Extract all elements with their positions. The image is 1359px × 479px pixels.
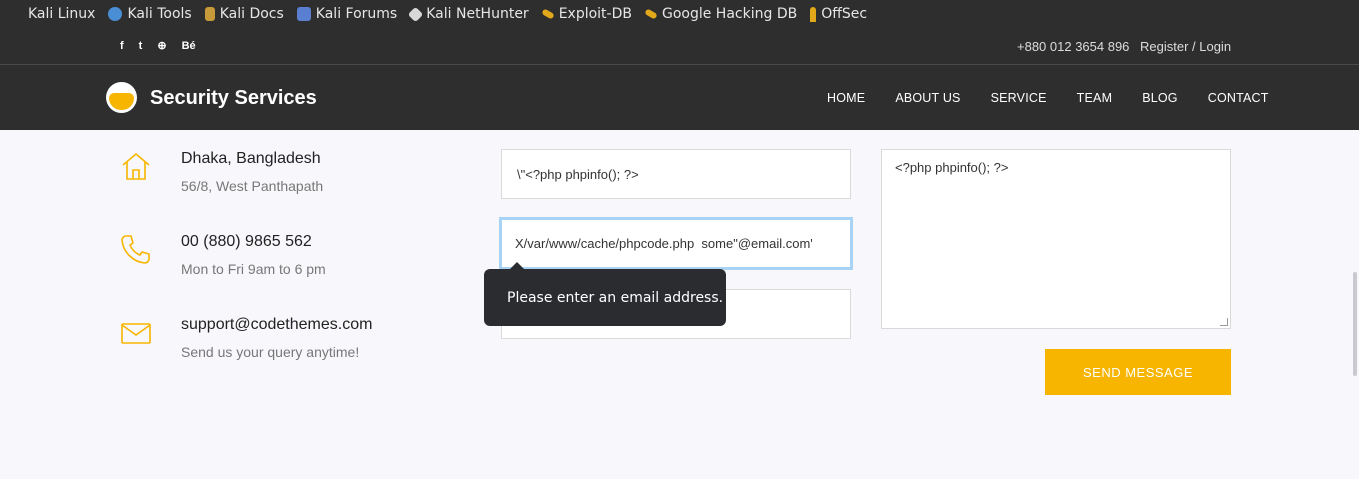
name-field-wrapper (501, 149, 851, 199)
home-icon (122, 152, 150, 180)
dribbble-icon[interactable]: ⊕ (157, 40, 166, 52)
bookmark-label: Kali Linux (28, 6, 96, 22)
offsec-icon (810, 6, 817, 22)
nav-about-us[interactable]: ABOUT US (895, 91, 960, 105)
register-login-link[interactable]: Register / Login (1140, 39, 1231, 54)
kali-docs-icon (204, 7, 215, 21)
bookmark-google-hacking-db[interactable]: Google Hacking DB (644, 6, 798, 22)
bookmarks-bar: Kali Linux Kali Tools Kali Docs Kali For… (0, 0, 1359, 28)
send-message-button[interactable]: SEND MESSAGE (1045, 349, 1231, 395)
bookmark-offsec[interactable]: OffSec (810, 6, 867, 22)
phone-icon (121, 235, 150, 264)
name-input[interactable] (502, 150, 850, 198)
brand-name[interactable]: Security Services (150, 87, 317, 110)
nav-home[interactable]: HOME (827, 91, 865, 105)
phone-title: 00 (880) 9865 562 (181, 233, 312, 250)
phone-subtitle: Mon to Fri 9am to 6 pm (181, 261, 326, 277)
address-title: Dhaka, Bangladesh (181, 150, 321, 167)
bookmark-exploit-db[interactable]: Exploit-DB (540, 6, 632, 22)
behance-icon[interactable]: Bé (182, 40, 196, 52)
resize-handle-icon[interactable] (1220, 318, 1228, 326)
bookmark-kali-tools[interactable]: Kali Tools (108, 6, 192, 22)
kali-forums-icon (296, 7, 311, 21)
nav-service[interactable]: SERVICE (991, 91, 1047, 105)
bookmark-label: OffSec (821, 6, 868, 22)
mail-icon (121, 323, 151, 344)
email-input[interactable] (502, 220, 850, 267)
nav-menu: HOME ABOUT US SERVICE TEAM BLOG CONTACT (827, 91, 1299, 105)
social-links: f t ⊕ Bé (120, 40, 211, 52)
bookmark-label: Exploit-DB (558, 6, 632, 22)
bookmark-label: Kali NetHunter (426, 6, 529, 22)
google-hacking-db-icon (644, 8, 658, 20)
exploit-db-icon (540, 8, 555, 20)
bookmark-kali-docs[interactable]: Kali Docs (204, 6, 284, 22)
message-field-wrapper: <?php phpinfo(); ?> (881, 149, 1231, 329)
main-navbar: Security Services HOME ABOUT US SERVICE … (0, 65, 1359, 130)
facebook-icon[interactable]: f (120, 40, 124, 52)
nav-blog[interactable]: BLOG (1142, 91, 1178, 105)
address-subtitle: 56/8, West Panthapath (181, 178, 324, 194)
logo-icon[interactable] (106, 82, 137, 113)
bookmark-kali-forums[interactable]: Kali Forums (296, 6, 398, 22)
email-field-wrapper (499, 217, 853, 270)
validation-tooltip: Please enter an email address. (484, 262, 726, 326)
top-phone: +880 012 3654 896 (1017, 39, 1130, 54)
twitter-icon[interactable]: t (139, 40, 143, 52)
nav-contact[interactable]: CONTACT (1208, 91, 1269, 105)
page-scrollbar[interactable] (1353, 272, 1357, 376)
bookmark-kali-nethunter[interactable]: Kali NetHunter (407, 6, 529, 22)
email-subtitle: Send us your query anytime! (181, 344, 360, 360)
bookmark-label: Google Hacking DB (661, 6, 798, 22)
bookmark-kali-linux[interactable]: Kali Linux (28, 6, 95, 22)
top-info-bar: f t ⊕ Bé +880 012 3654 896 Register / Lo… (0, 28, 1359, 65)
bookmark-label: Kali Forums (315, 6, 398, 22)
kali-tools-icon (108, 7, 123, 21)
bookmark-label: Kali Docs (219, 6, 284, 22)
message-textarea[interactable]: <?php phpinfo(); ?> (882, 150, 1230, 328)
bookmark-label: Kali Tools (127, 6, 192, 22)
nav-team[interactable]: TEAM (1077, 91, 1113, 105)
email-title: support@codethemes.com (181, 316, 373, 333)
kali-nethunter-icon (407, 6, 424, 22)
